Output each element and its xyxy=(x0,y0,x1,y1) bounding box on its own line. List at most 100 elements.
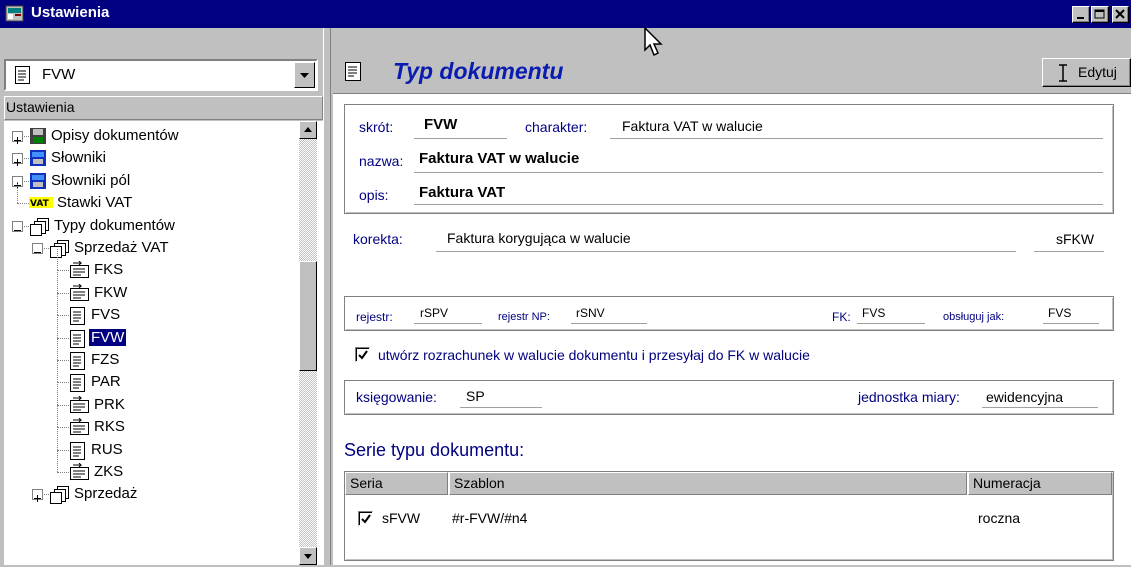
edit-button[interactable]: Edytuj xyxy=(1042,58,1131,87)
expand-icon[interactable] xyxy=(12,153,23,167)
tree-item-rus[interactable]: RUS xyxy=(0,428,295,465)
tree-item-sprzedaż[interactable]: Sprzedaż xyxy=(0,484,295,506)
checkmark-icon xyxy=(361,514,371,524)
edit-button-label: Edytuj xyxy=(1078,64,1117,80)
tree-item-label: RUS xyxy=(91,440,123,458)
tree-item-fzs[interactable]: FZS xyxy=(0,339,295,375)
tree-item-zks[interactable]: ZKS xyxy=(0,451,295,484)
tree-item-label: ZKS xyxy=(94,463,124,480)
collapse-icon[interactable] xyxy=(12,220,23,232)
tree-header: Ustawienia xyxy=(4,96,323,120)
window-title: Ustawienia xyxy=(31,4,110,21)
checkmark-icon xyxy=(358,350,368,360)
skrot-label: skrót: xyxy=(359,119,394,135)
nazwa-field[interactable]: Faktura VAT w walucie xyxy=(419,150,579,167)
nazwa-label: nazwa: xyxy=(359,153,404,169)
rejestr-np-label: rejestr NP: xyxy=(498,311,550,323)
ksiegowanie-underline xyxy=(460,407,542,408)
tree-item-fkw[interactable]: FKW xyxy=(0,271,295,308)
tree-item-fvw[interactable]: FVW xyxy=(0,316,295,350)
fk-field[interactable]: FVS xyxy=(862,306,885,320)
tree-item-label: FZS xyxy=(91,351,120,368)
tree-item-par[interactable]: PAR xyxy=(0,361,295,397)
tree-item-typy-dokumentów[interactable]: Typy dokumentów xyxy=(0,216,295,238)
arrow-down-icon xyxy=(304,554,312,559)
chevron-down-icon xyxy=(300,73,309,78)
tree-item-opisy-dokumentów[interactable]: Opisy dokumentów xyxy=(0,126,295,148)
combobox-dropdown-button[interactable] xyxy=(294,62,315,88)
tree-item-label: Sprzedaż xyxy=(74,485,138,503)
column-header-szablon[interactable]: Szablon xyxy=(449,472,967,495)
ksiegowanie-label: księgowanie: xyxy=(356,389,437,405)
skrot-field[interactable]: FVW xyxy=(424,116,457,133)
tree-item-słowniki-pól[interactable]: Słowniki pól xyxy=(0,171,295,193)
mouse-pointer-icon xyxy=(644,26,663,57)
document-icon xyxy=(15,66,30,84)
tree-item-label: PAR xyxy=(91,373,121,391)
maximize-icon xyxy=(1094,9,1105,19)
charakter-field[interactable]: Faktura VAT w walucie xyxy=(622,118,763,134)
obsluguj-field[interactable]: FVS xyxy=(1048,306,1071,320)
scroll-up-button[interactable] xyxy=(299,121,317,139)
korekta-code-underline xyxy=(1034,251,1104,252)
minimize-button[interactable] xyxy=(1072,6,1090,23)
save-disk-icon xyxy=(29,127,47,149)
document-icon xyxy=(345,62,361,81)
ksiegowanie-field[interactable]: SP xyxy=(466,388,485,404)
tree-item-rks[interactable]: RKS xyxy=(0,406,295,442)
blue-dictionary-icon xyxy=(29,172,47,194)
scroll-down-button[interactable] xyxy=(299,547,317,565)
expand-icon[interactable] xyxy=(12,131,23,144)
maximize-button[interactable] xyxy=(1091,6,1109,23)
settings-window: Ustawienia FVW Ustawienia Opisy dokument… xyxy=(0,0,1131,565)
charakter-label: charakter: xyxy=(525,119,588,135)
korekta-underline xyxy=(436,251,1016,252)
charakter-underline xyxy=(610,138,1103,139)
tree-item-słowniki[interactable]: Słowniki xyxy=(0,148,295,170)
series-section-title: Serie typu dokumentu: xyxy=(344,440,525,460)
rejestr-field[interactable]: rSPV xyxy=(420,306,448,320)
column-header-numeracja[interactable]: Numeracja xyxy=(968,472,1112,495)
tree-item-label: FKS xyxy=(94,261,124,279)
series-row-checkbox[interactable] xyxy=(358,511,373,526)
tree-item-label: Słowniki pól xyxy=(51,171,131,189)
pane-splitter[interactable] xyxy=(323,28,331,565)
jednostka-underline xyxy=(982,407,1098,408)
korekta-field[interactable]: Faktura korygująca w walucie xyxy=(447,230,631,246)
tree-item-label: Słowniki xyxy=(51,149,107,167)
tree-item-stawki-vat[interactable]: VAT Stawki VAT xyxy=(0,182,295,215)
skrot-underline xyxy=(414,138,507,139)
currency-settlement-checkbox[interactable] xyxy=(355,347,370,362)
column-header-seria[interactable]: Seria xyxy=(345,472,448,495)
korekta-code-field[interactable]: sFKW xyxy=(1056,231,1094,247)
correction-document-icon xyxy=(69,417,91,442)
jednostka-field[interactable]: ewidencyjna xyxy=(986,389,1063,405)
title-bar[interactable]: Ustawienia xyxy=(0,0,1131,28)
tree-item-sprzedaż-vat[interactable]: Sprzedaż VAT xyxy=(0,238,295,260)
tree-item-fks[interactable]: FKS xyxy=(0,249,295,282)
vat-icon: VAT xyxy=(29,194,53,214)
document-icon xyxy=(69,373,87,397)
stacked-pages-icon xyxy=(49,239,71,263)
tree-item-prk[interactable]: PRK xyxy=(0,383,295,417)
document-type-combobox[interactable]: FVW xyxy=(4,59,318,91)
scroll-thumb[interactable] xyxy=(299,261,317,371)
fk-label: FK: xyxy=(832,310,851,324)
rejestr-np-underline xyxy=(571,323,647,324)
expand-icon[interactable] xyxy=(32,489,43,503)
document-icon xyxy=(69,441,87,465)
tree-item-label: Stawki VAT xyxy=(57,194,133,212)
collapse-icon[interactable] xyxy=(32,243,43,254)
nazwa-underline xyxy=(414,172,1103,173)
document-icon xyxy=(69,306,87,330)
opis-field[interactable]: Faktura VAT xyxy=(419,184,505,201)
close-button[interactable] xyxy=(1112,6,1129,23)
rejestr-np-field[interactable]: rSNV xyxy=(576,306,605,320)
settings-app-icon xyxy=(5,5,24,22)
correction-document-icon xyxy=(69,283,91,308)
document-icon xyxy=(69,351,87,375)
tree-vertical-scrollbar[interactable] xyxy=(299,121,317,565)
tree-item-label: Typy dokumentów xyxy=(54,216,175,234)
currency-settlement-label: utwórz rozrachunek w walucie dokumentu i… xyxy=(378,347,810,363)
tree-item-fvs[interactable]: FVS xyxy=(0,294,295,330)
